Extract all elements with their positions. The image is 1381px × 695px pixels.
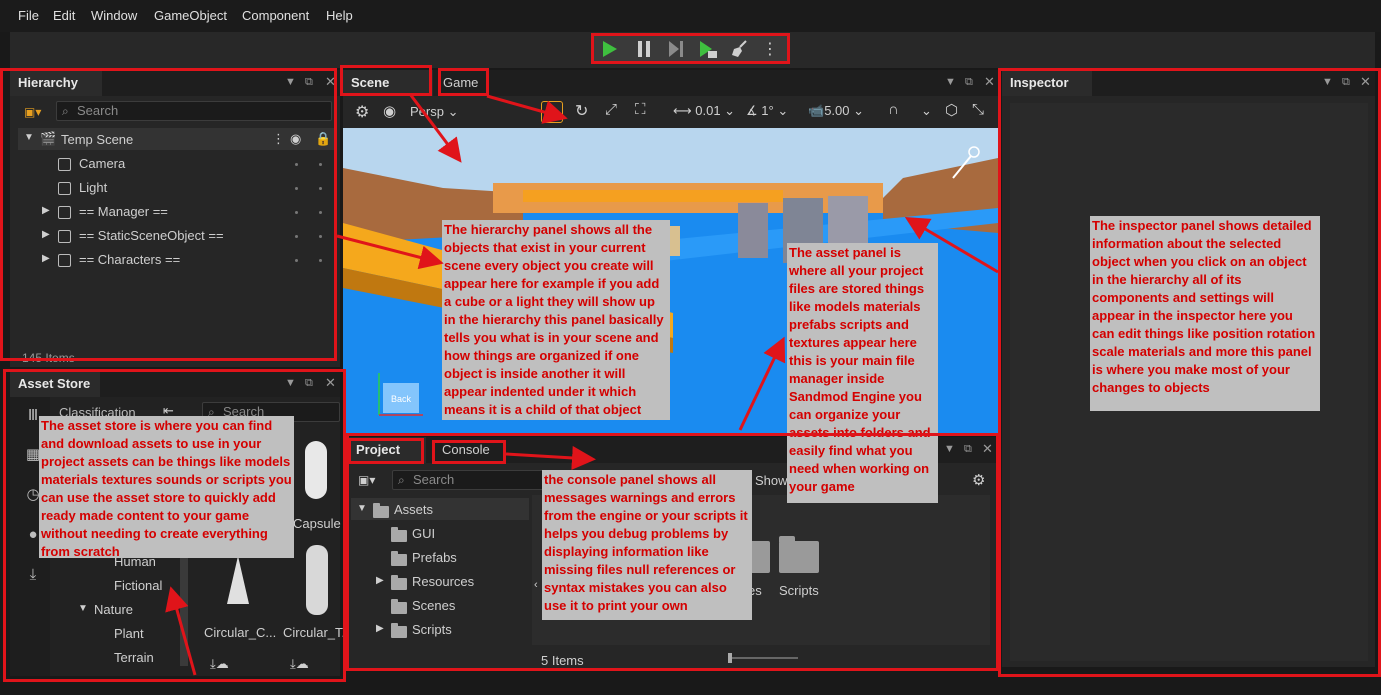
annotation-arrows: [165, 93, 999, 676]
